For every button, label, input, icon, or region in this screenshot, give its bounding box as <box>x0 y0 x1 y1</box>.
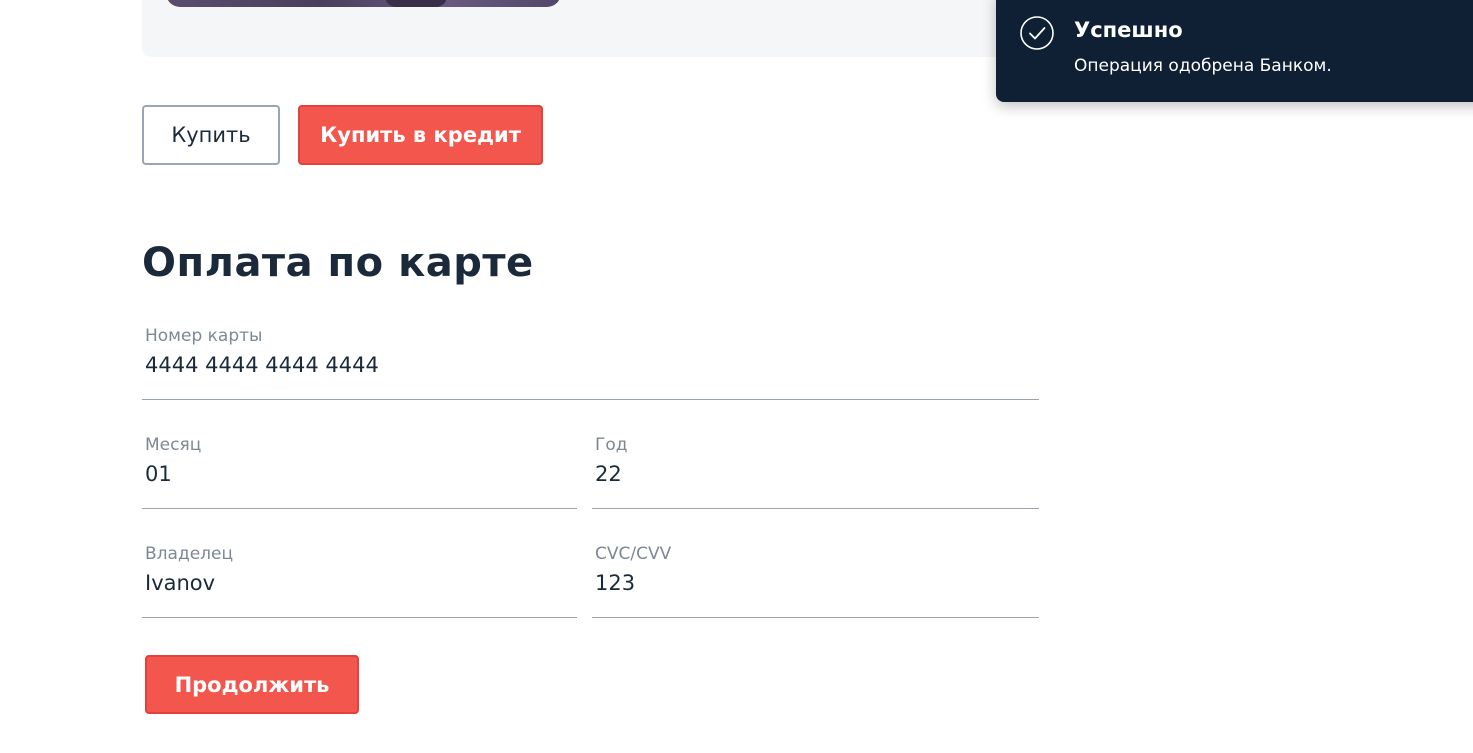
continue-button[interactable]: Продолжить <box>145 655 359 714</box>
buy-credit-button[interactable]: Купить в кредит <box>298 105 543 165</box>
month-input[interactable] <box>145 462 574 486</box>
owner-label: Владелец <box>145 544 234 564</box>
page: Купить Купить в кредит Оплата по карте Н… <box>0 0 1473 753</box>
buy-button[interactable]: Купить <box>142 105 280 165</box>
notification-message: Операция одобрена Банком. <box>1074 56 1332 76</box>
year-label: Год <box>595 435 628 455</box>
month-field[interactable]: Месяц <box>142 435 577 509</box>
check-circle-icon <box>1020 16 1054 50</box>
month-label: Месяц <box>145 435 202 455</box>
notification-title: Успешно <box>1074 18 1183 42</box>
card-number-input[interactable] <box>145 353 1036 377</box>
year-field[interactable]: Год <box>592 435 1039 509</box>
cvc-input[interactable] <box>595 571 1036 595</box>
card-number-field[interactable]: Номер карты <box>142 326 1039 400</box>
cvc-field[interactable]: CVC/CVV <box>592 544 1039 618</box>
year-input[interactable] <box>595 462 1036 486</box>
owner-field[interactable]: Владелец <box>142 544 577 618</box>
success-notification[interactable]: Успешно Операция одобрена Банком. <box>996 0 1473 102</box>
card-number-label: Номер карты <box>145 326 263 346</box>
page-title: Оплата по карте <box>142 240 534 286</box>
product-image <box>166 0 561 7</box>
product-card <box>142 0 1042 57</box>
cvc-label: CVC/CVV <box>595 544 672 564</box>
owner-input[interactable] <box>145 571 574 595</box>
